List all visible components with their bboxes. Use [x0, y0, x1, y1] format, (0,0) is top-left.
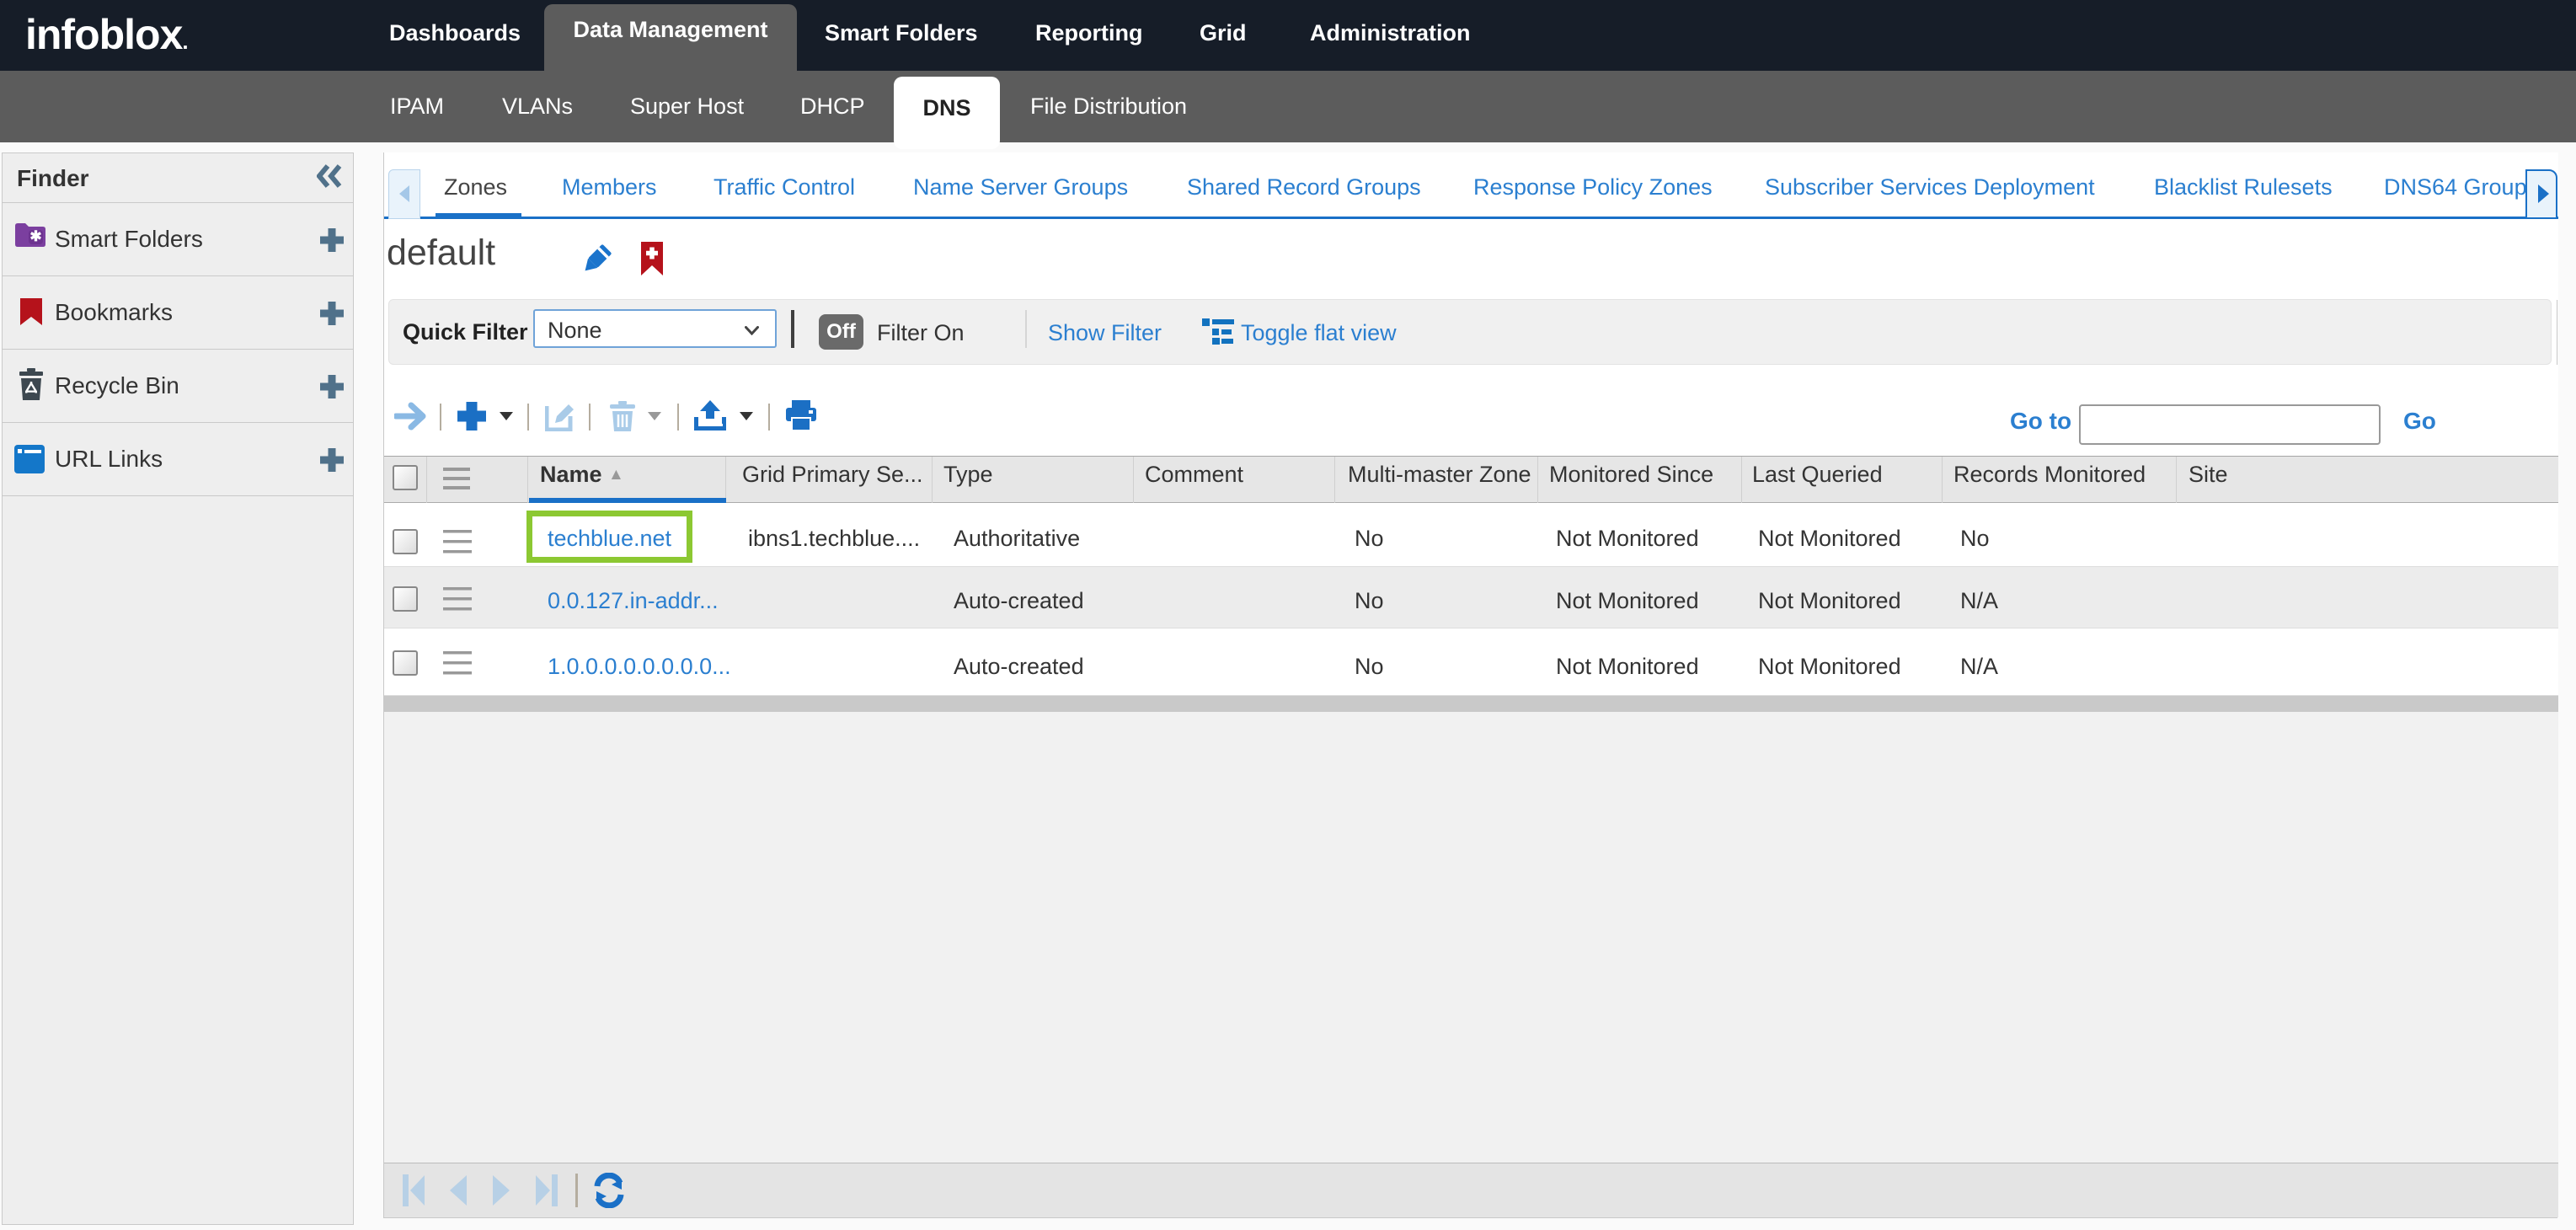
svg-text:✱: ✱	[29, 228, 41, 244]
